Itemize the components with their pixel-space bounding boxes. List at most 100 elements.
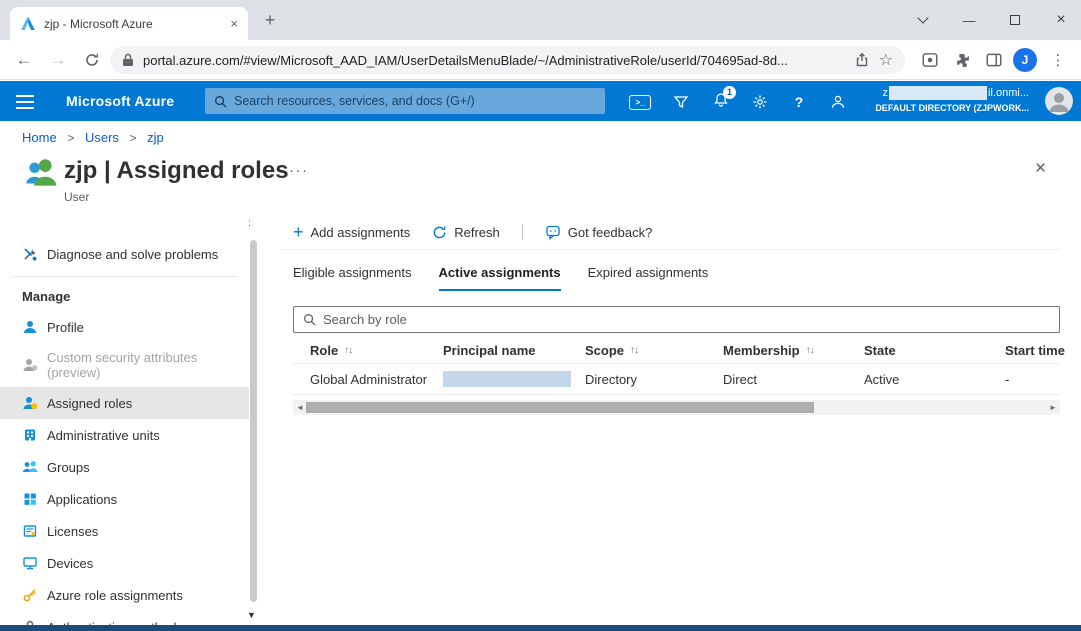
hamburger-menu-icon[interactable] bbox=[16, 95, 34, 109]
sidebar: Diagnose and solve problems Manage Profi… bbox=[0, 212, 249, 631]
blade-close-button[interactable]: × bbox=[1035, 158, 1046, 180]
extensions-puzzle-icon[interactable] bbox=[950, 48, 974, 72]
feedback-button[interactable] bbox=[826, 91, 850, 113]
forward-button[interactable]: → bbox=[44, 46, 72, 74]
window-close-button[interactable]: × bbox=[1053, 12, 1069, 28]
extension-badge-icon[interactable] bbox=[918, 48, 942, 72]
page-subtitle: User bbox=[64, 190, 89, 204]
column-membership[interactable]: Membership ↑↓ bbox=[723, 343, 864, 358]
sidebar-section-manage: Manage bbox=[0, 283, 249, 311]
browser-tab[interactable]: zjp - Microsoft Azure × bbox=[10, 7, 248, 40]
account-email-redaction bbox=[889, 86, 987, 100]
person-role-icon bbox=[22, 395, 38, 411]
help-button[interactable]: ? bbox=[787, 91, 811, 113]
got-feedback-button[interactable]: Got feedback? bbox=[545, 224, 653, 240]
tab-active-assignments[interactable]: Active assignments bbox=[439, 265, 561, 291]
new-tab-button[interactable]: + bbox=[258, 9, 282, 33]
share-icon[interactable] bbox=[854, 52, 870, 68]
cell-scope: Directory bbox=[585, 372, 723, 387]
admin-units-icon bbox=[22, 427, 38, 443]
browser-menu-icon[interactable]: ⋮ bbox=[1048, 48, 1068, 72]
window-menu-chevron-icon[interactable] bbox=[915, 12, 931, 28]
maximize-button[interactable] bbox=[1007, 12, 1023, 28]
breadcrumb-zjp[interactable]: zjp bbox=[147, 130, 164, 145]
breadcrumb-home[interactable]: Home bbox=[22, 130, 57, 145]
azure-search-input[interactable] bbox=[234, 94, 596, 108]
assignment-tabs: Eligible assignments Active assignments … bbox=[293, 265, 708, 291]
table-horizontal-scrollbar[interactable]: ◄ ► bbox=[293, 400, 1060, 415]
sort-icon[interactable]: ↑↓ bbox=[806, 345, 814, 356]
sidebar-scrollbar[interactable] bbox=[250, 240, 257, 602]
directory-filter-button[interactable] bbox=[669, 91, 693, 113]
column-state[interactable]: State bbox=[864, 343, 1005, 358]
tab-expired-assignments[interactable]: Expired assignments bbox=[588, 265, 709, 291]
browser-profile-avatar[interactable]: J bbox=[1013, 48, 1037, 72]
notifications-button[interactable]: 1 bbox=[709, 91, 733, 113]
table-header-row: Role ↑↓ Principal name Scope ↑↓ Membersh… bbox=[293, 337, 1060, 364]
column-start-time[interactable]: Start time bbox=[1005, 343, 1065, 358]
back-button[interactable]: ← bbox=[10, 46, 38, 74]
cloud-shell-button[interactable]: >_ bbox=[628, 91, 652, 113]
refresh-label: Refresh bbox=[454, 225, 500, 240]
azure-avatar[interactable] bbox=[1045, 87, 1073, 115]
sidebar-item-custom-security-attributes[interactable]: Custom security attributes (preview) bbox=[0, 343, 249, 387]
sidebar-item-administrative-units[interactable]: Administrative units bbox=[0, 419, 249, 451]
settings-button[interactable] bbox=[748, 91, 772, 113]
column-principal-name[interactable]: Principal name bbox=[443, 343, 585, 358]
sort-icon[interactable]: ↑↓ bbox=[630, 345, 638, 356]
tab-close-icon[interactable]: × bbox=[230, 16, 238, 31]
role-search-input[interactable] bbox=[323, 312, 1050, 327]
portal-footer-bar bbox=[0, 625, 1081, 631]
table-row[interactable]: Global Administrator Directory Direct Ac… bbox=[293, 364, 1060, 395]
cell-role[interactable]: Global Administrator bbox=[310, 372, 443, 387]
url-text[interactable]: portal.azure.com/#view/Microsoft_AAD_IAM… bbox=[143, 53, 845, 68]
assignments-table: Role ↑↓ Principal name Scope ↑↓ Membersh… bbox=[293, 337, 1060, 395]
role-search-box[interactable] bbox=[293, 306, 1060, 333]
page-more-icon[interactable]: ··· bbox=[289, 162, 309, 179]
refresh-icon bbox=[432, 225, 447, 240]
scrollbar-thumb[interactable] bbox=[306, 402, 814, 413]
side-panel-icon[interactable] bbox=[982, 48, 1006, 72]
sidebar-item-label: Azure role assignments bbox=[47, 588, 183, 603]
command-bar-underline bbox=[281, 249, 1060, 250]
user-page-icon bbox=[22, 154, 60, 192]
lock-icon[interactable] bbox=[122, 53, 134, 67]
column-role[interactable]: Role ↑↓ bbox=[310, 343, 443, 358]
page-title: zjp | Assigned roles bbox=[64, 157, 289, 185]
people-icon bbox=[22, 459, 38, 475]
url-bar[interactable]: portal.azure.com/#view/Microsoft_AAD_IAM… bbox=[110, 46, 905, 74]
breadcrumb: Home > Users > zjp bbox=[22, 130, 164, 145]
sidebar-item-licenses[interactable]: Licenses bbox=[0, 515, 249, 547]
search-icon bbox=[303, 313, 316, 326]
bookmark-star-icon[interactable]: ☆ bbox=[879, 50, 893, 70]
minimize-button[interactable]: — bbox=[961, 12, 977, 28]
account-menu[interactable]: z il.onmi... DEFAULT DIRECTORY (ZJPWORK.… bbox=[875, 86, 1029, 113]
column-scope[interactable]: Scope ↑↓ bbox=[585, 343, 723, 358]
sidebar-divider bbox=[12, 276, 237, 277]
scroll-right-icon[interactable]: ► bbox=[1046, 400, 1060, 415]
sort-icon[interactable]: ↑↓ bbox=[344, 345, 352, 356]
sidebar-scroll-down-icon[interactable]: ▼ bbox=[247, 610, 256, 620]
sidebar-item-label: Administrative units bbox=[47, 428, 160, 443]
sidebar-item-applications[interactable]: Applications bbox=[0, 483, 249, 515]
azure-search-box[interactable] bbox=[205, 88, 605, 114]
sidebar-item-diagnose[interactable]: Diagnose and solve problems bbox=[0, 238, 249, 270]
breadcrumb-users[interactable]: Users bbox=[85, 130, 119, 145]
person-icon bbox=[22, 319, 38, 335]
browser-window: zjp - Microsoft Azure × + — × ← → portal… bbox=[0, 0, 1081, 631]
tab-eligible-assignments[interactable]: Eligible assignments bbox=[293, 265, 412, 291]
reload-button[interactable] bbox=[78, 46, 106, 74]
cell-start-time: - bbox=[1005, 372, 1060, 387]
sidebar-item-profile[interactable]: Profile bbox=[0, 311, 249, 343]
sidebar-item-devices[interactable]: Devices bbox=[0, 547, 249, 579]
refresh-button[interactable]: Refresh bbox=[432, 225, 500, 240]
sidebar-item-label: Applications bbox=[47, 492, 117, 507]
plus-icon: + bbox=[293, 225, 304, 239]
sidebar-item-assigned-roles[interactable]: Assigned roles bbox=[0, 387, 249, 419]
sidebar-item-azure-role-assignments[interactable]: Azure role assignments bbox=[0, 579, 249, 611]
sidebar-item-label: Assigned roles bbox=[47, 396, 132, 411]
sidebar-item-groups[interactable]: Groups bbox=[0, 451, 249, 483]
add-assignments-button[interactable]: + Add assignments bbox=[293, 225, 410, 240]
scroll-left-icon[interactable]: ◄ bbox=[293, 400, 307, 415]
azure-brand[interactable]: Microsoft Azure bbox=[66, 93, 174, 109]
